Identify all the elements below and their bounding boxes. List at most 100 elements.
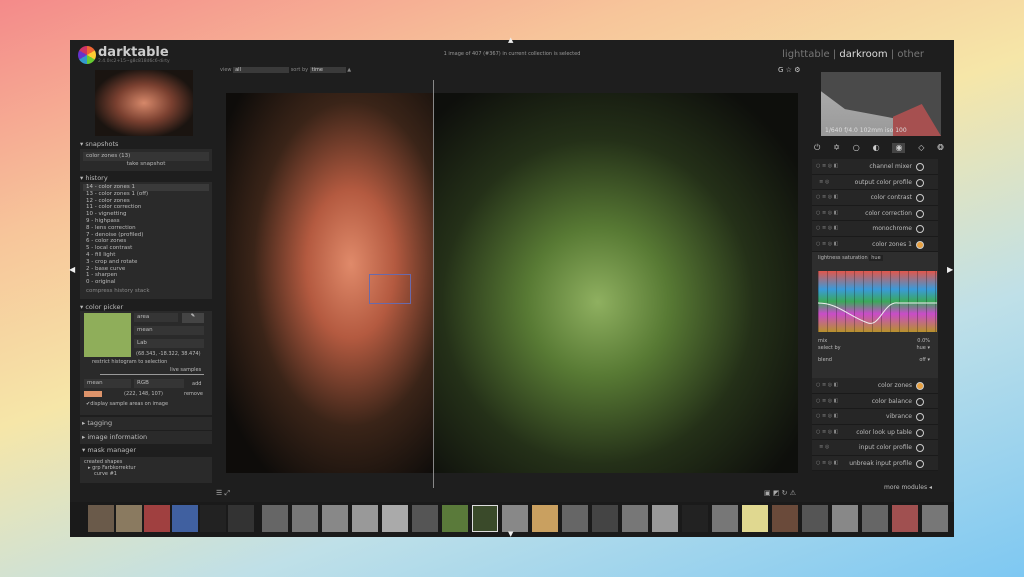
mix-value[interactable]: 0.0% [917, 338, 930, 344]
filmstrip-thumb[interactable] [562, 505, 588, 532]
history-item[interactable]: 0 - original [83, 279, 209, 286]
correct-group-icon[interactable]: ◇ [918, 143, 924, 153]
filmstrip-thumb[interactable] [322, 505, 348, 532]
star-icon[interactable]: ☆ [786, 66, 792, 74]
filmstrip-thumb[interactable] [262, 505, 288, 532]
filmstrip-thumb[interactable] [442, 505, 468, 532]
color-picker-header[interactable]: ▾ color picker [80, 299, 212, 311]
module-color-zones[interactable]: ○ ≡ ◎ ◧ color zones [812, 378, 938, 394]
color-picker-area[interactable] [369, 274, 411, 304]
collapse-bottom-panel-arrow[interactable]: ▼ [508, 530, 513, 538]
collapse-right-panel-arrow[interactable]: ▶ [947, 265, 953, 274]
history-header[interactable]: ▾ history [80, 171, 212, 182]
filmstrip-thumb[interactable] [682, 505, 708, 532]
select-by-select[interactable]: hue ▾ [916, 345, 930, 351]
filmstrip-thumb[interactable] [862, 505, 888, 532]
tone-group-icon[interactable]: ◐ [873, 143, 880, 153]
collapse-top-panel-arrow[interactable]: ▲ [508, 36, 513, 44]
color-picker-icon[interactable]: ✎ [182, 313, 204, 323]
bottom-left-icons[interactable]: ☰ ⤢ [216, 489, 230, 498]
view-darkroom[interactable]: darkroom [839, 49, 887, 60]
history-item[interactable]: 8 - lens correction [83, 225, 209, 232]
image-information-header[interactable]: ▸ image information [80, 431, 212, 444]
sample-space-select[interactable]: RGB [134, 379, 184, 388]
filmstrip-thumb[interactable] [292, 505, 318, 532]
collapse-left-panel-arrow[interactable]: ◀ [69, 265, 75, 274]
history-item[interactable]: 14 - color zones 1 [83, 184, 209, 191]
blend-select[interactable]: off ▾ [919, 357, 930, 363]
bottom-right-icons[interactable]: ▣ ◩ ↻ ⚠ [764, 489, 796, 497]
power-icon[interactable]: ⏻ [814, 143, 820, 153]
module-color-contrast[interactable]: ○ ≡ ◎ ◧ color contrast [812, 190, 938, 206]
sample-stat-select[interactable]: mean [84, 379, 131, 388]
module-unbreak-input-profile[interactable]: ○ ≡ ◎ ◧ unbreak input profile [812, 455, 938, 471]
history-item[interactable]: 3 - crop and rotate [83, 259, 209, 266]
filmstrip-thumb[interactable] [922, 505, 948, 532]
picker-stat-select[interactable]: mean [134, 326, 204, 335]
gear-icon[interactable]: ⚙ [794, 66, 800, 74]
module-vibrance[interactable]: ○ ≡ ◎ ◧ vibrance [812, 409, 938, 425]
filmstrip-thumb[interactable] [802, 505, 828, 532]
sort-order-button[interactable]: ▲ [347, 67, 351, 73]
filmstrip-thumb[interactable] [144, 505, 170, 532]
module-monochrome[interactable]: ○ ≡ ◎ ◧ monochrome [812, 221, 938, 237]
module-output-color-profile[interactable]: ≡ ◎ output color profile [812, 174, 938, 190]
filmstrip-thumb[interactable] [592, 505, 618, 532]
add-sample-button[interactable]: add [192, 381, 201, 387]
filmstrip-thumb[interactable] [228, 505, 254, 532]
restrict-histogram-toggle[interactable]: restrict histogram to selection [92, 359, 167, 365]
history-item[interactable]: 2 - base curve [83, 266, 209, 273]
snapshots-header[interactable]: ▾ snapshots [80, 140, 212, 149]
filmstrip-thumb[interactable] [200, 505, 226, 532]
compress-history-button[interactable]: compress history stack [83, 288, 209, 295]
take-snapshot-button[interactable]: take snapshot [83, 161, 209, 167]
color-group-icon[interactable]: ◉ [892, 143, 906, 153]
filmstrip-thumb[interactable] [712, 505, 738, 532]
history-item[interactable]: 5 - local contrast [83, 245, 209, 252]
module-color-look-up-table[interactable]: ○ ≡ ◎ ◧ color look up table [812, 424, 938, 440]
tab-saturation[interactable]: saturation [842, 255, 868, 261]
filmstrip-thumb[interactable] [88, 505, 114, 532]
view-select[interactable]: all [233, 67, 290, 73]
filmstrip-thumb[interactable] [892, 505, 918, 532]
histogram[interactable]: 1/640 f/4.0 102mm iso 100 [821, 72, 941, 136]
history-item[interactable]: 10 - vignetting [83, 211, 209, 218]
history-item[interactable]: 13 - color zones 1 (off) [83, 191, 209, 198]
picker-space-select[interactable]: Lab [134, 339, 204, 348]
view-other[interactable]: other [897, 49, 924, 60]
filmstrip-thumb-current[interactable] [472, 505, 498, 532]
history-item[interactable]: 7 - denoise (profiled) [83, 232, 209, 239]
filmstrip-thumb[interactable] [772, 505, 798, 532]
basic-group-icon[interactable]: ○ [853, 143, 860, 153]
display-samples-checkbox[interactable]: ✔display sample areas on image [86, 401, 168, 407]
grouping-icon[interactable]: G [778, 66, 783, 74]
tab-hue[interactable]: hue [869, 255, 883, 261]
colorzones-curve-graph[interactable] [818, 271, 937, 332]
more-modules-button[interactable]: more modules ◂ [812, 484, 938, 491]
module-input-color-profile[interactable]: ≡ ◎ input color profile [812, 440, 938, 456]
filmstrip-thumb[interactable] [502, 505, 528, 532]
filmstrip-thumb[interactable] [116, 505, 142, 532]
sort-select[interactable]: time [309, 67, 346, 73]
filmstrip-thumb[interactable] [532, 505, 558, 532]
history-item[interactable]: 4 - fill light [83, 252, 209, 259]
filmstrip-thumb[interactable] [832, 505, 858, 532]
history-item[interactable]: 9 - highpass [83, 218, 209, 225]
remove-sample-button[interactable]: remove [184, 391, 203, 397]
view-lighttable[interactable]: lighttable [782, 49, 830, 60]
module-color-balance[interactable]: ○ ≡ ◎ ◧ color balance [812, 393, 938, 409]
module-channel-mixer[interactable]: ○ ≡ ◎ ◧ channel mixer [812, 159, 938, 175]
mask-manager-header[interactable]: ▾ mask manager [80, 444, 212, 457]
history-item[interactable]: 12 - color zones [83, 198, 209, 205]
filmstrip-thumb[interactable] [412, 505, 438, 532]
snapshot-item[interactable]: color zones (13) [83, 152, 209, 161]
favorite-icon[interactable]: ✡ [833, 143, 840, 153]
tagging-header[interactable]: ▸ tagging [80, 417, 212, 430]
split-divider[interactable] [433, 80, 434, 488]
module-color-correction[interactable]: ○ ≡ ◎ ◧ color correction [812, 205, 938, 221]
filmstrip-thumb[interactable] [172, 505, 198, 532]
navigation-thumbnail[interactable] [95, 70, 193, 136]
picker-mode-select[interactable]: area [134, 313, 178, 322]
history-item[interactable]: 1 - sharpen [83, 272, 209, 279]
filmstrip-thumb[interactable] [742, 505, 768, 532]
